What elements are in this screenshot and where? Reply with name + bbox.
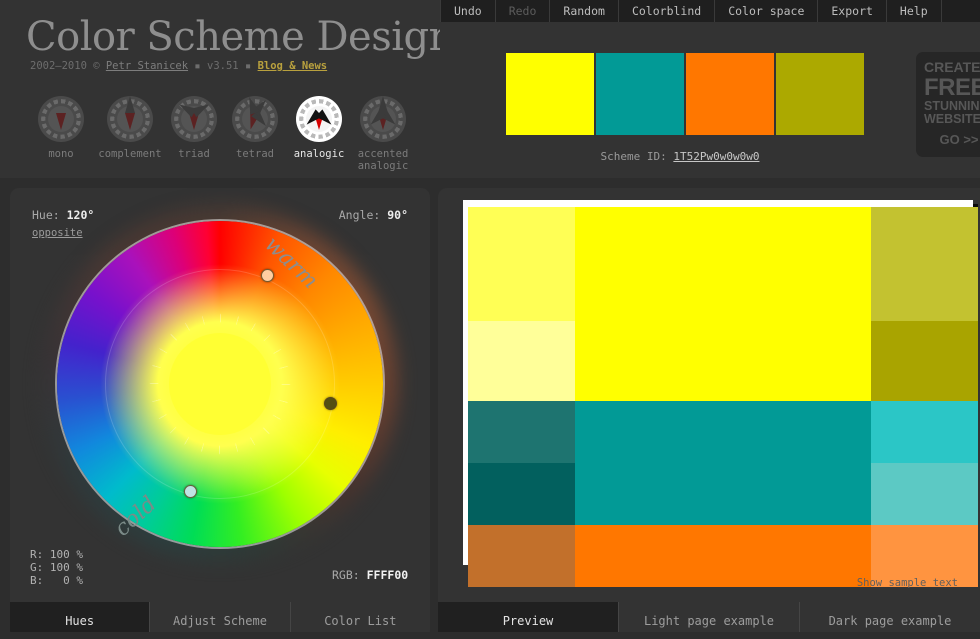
scheme-type-label: triad: [178, 148, 210, 160]
page-title: Color Scheme Designer: [26, 14, 496, 60]
window-bottom-strip: [0, 632, 980, 639]
opposite-hue-link[interactable]: opposite: [32, 227, 83, 239]
preview-cell: [468, 401, 575, 463]
preview-cell: [468, 207, 575, 321]
scheme-id: Scheme ID: 1T52Pw0w0w0w0: [440, 150, 920, 163]
credits-years: 2002–2010 ©: [30, 60, 106, 72]
angle-readout: Angle: 90°: [339, 208, 408, 222]
nav-color-space[interactable]: Color space: [715, 0, 819, 22]
header-zone: Color Scheme Designer 2002–2010 © Petr S…: [0, 0, 496, 178]
color-wheel-stage[interactable]: [10, 188, 430, 596]
scheme-type-mono[interactable]: mono: [28, 96, 94, 160]
scheme-type-label: analogic: [293, 148, 345, 160]
rgb-hex-readout: RGB: FFFF00: [332, 568, 408, 582]
credits-sep-1: ▪: [188, 60, 208, 72]
color-wheel[interactable]: [57, 221, 383, 547]
scheme-type-accented-analogic[interactable]: accented analogic: [350, 96, 416, 172]
scheme-type-triad[interactable]: triad: [161, 96, 227, 160]
scheme-type-selector: mono complement triad tetrad analogic ac…: [28, 95, 428, 176]
nav-random[interactable]: Random: [550, 0, 619, 22]
credits-sep-2: ▪: [238, 60, 258, 72]
preview-cell: [575, 321, 871, 401]
ad-line-4: WEBSITES: [924, 112, 980, 126]
advertisement-banner[interactable]: CREATE FREE STUNNING WEBSITES GO >>: [916, 52, 980, 157]
rgb-hex-label: RGB:: [332, 568, 367, 582]
scheme-type-label: complement: [98, 148, 162, 160]
preview-color-grid: [468, 207, 978, 587]
scheme-id-label: Scheme ID:: [600, 150, 674, 163]
scheme-swatches: [506, 53, 864, 135]
preview-cell: [871, 401, 978, 463]
preview-cell: [575, 525, 871, 587]
ad-line-1: CREATE: [924, 59, 980, 75]
color-scheme-designer-app: Color Scheme Designer 2002–2010 © Petr S…: [0, 0, 980, 639]
wheel-center-disc: [169, 333, 271, 435]
ad-cta-button[interactable]: GO >>: [924, 133, 980, 147]
preview-cell: [871, 207, 978, 321]
preview-cell: [575, 207, 871, 321]
preview-panel: Show sample text: [438, 188, 980, 632]
hue-readout: Hue: 120°: [32, 208, 94, 222]
scheme-type-complement[interactable]: complement: [97, 96, 163, 160]
hue-label-text: Hue:: [32, 208, 67, 222]
rgb-hex-value: FFFF00: [366, 568, 409, 582]
top-navigation-bar: Undo Redo Random Colorblind Color space …: [440, 0, 980, 22]
nav-colorblind[interactable]: Colorblind: [619, 0, 716, 22]
preview-cell: [468, 463, 575, 525]
wheel-marker-secondary[interactable]: [324, 396, 338, 410]
author-link[interactable]: Petr Stanicek: [106, 60, 188, 72]
nav-redo: Redo: [496, 0, 551, 22]
dial-accented-analogic-icon: [360, 96, 406, 142]
scheme-type-analogic[interactable]: analogic: [286, 96, 352, 160]
version-label: v3.51: [207, 60, 239, 72]
hue-value: 120°: [66, 208, 95, 222]
dial-mono-icon: [38, 96, 84, 142]
preview-cell: [575, 463, 871, 525]
scheme-swatch-2[interactable]: [596, 53, 684, 135]
scheme-swatch-3[interactable]: [686, 53, 774, 135]
show-sample-text-link[interactable]: Show sample text: [857, 577, 958, 589]
credits-line: 2002–2010 © Petr Stanicek ▪ v3.51 ▪ Blog…: [30, 60, 327, 72]
dial-tetrad-icon: [232, 95, 278, 142]
scheme-id-value[interactable]: 1T52Pw0w0w0w0: [673, 150, 759, 163]
dial-triad-icon: [171, 96, 217, 142]
preview-cell: [468, 525, 575, 587]
preview-cell: [468, 321, 575, 401]
nav-export[interactable]: Export: [818, 0, 887, 22]
scheme-type-tetrad[interactable]: tetrad: [222, 95, 288, 160]
angle-label-text: Angle:: [338, 208, 388, 222]
scheme-swatch-zone: Scheme ID: 1T52Pw0w0w0w0: [440, 22, 980, 178]
nav-help[interactable]: Help: [887, 0, 942, 22]
angle-value: 90°: [387, 208, 408, 222]
blog-news-link[interactable]: Blog & News: [258, 60, 328, 72]
scheme-type-label: mono: [48, 148, 74, 160]
scheme-type-label: tetrad: [236, 148, 274, 160]
nav-undo[interactable]: Undo: [440, 0, 496, 22]
preview-cell: [575, 401, 871, 463]
scheme-type-label: accented analogic: [357, 148, 409, 172]
scheme-swatch-4[interactable]: [776, 53, 864, 135]
scheme-swatch-1[interactable]: [506, 53, 594, 135]
dial-analogic-icon: [296, 96, 342, 142]
ad-line-2: FREE: [924, 73, 980, 101]
preview-cell: [871, 463, 978, 525]
dial-complement-icon: [107, 96, 153, 142]
rgb-percent-readout: R: 100 % G: 100 % B: 0 %: [30, 548, 83, 587]
preview-cell: [871, 321, 978, 401]
